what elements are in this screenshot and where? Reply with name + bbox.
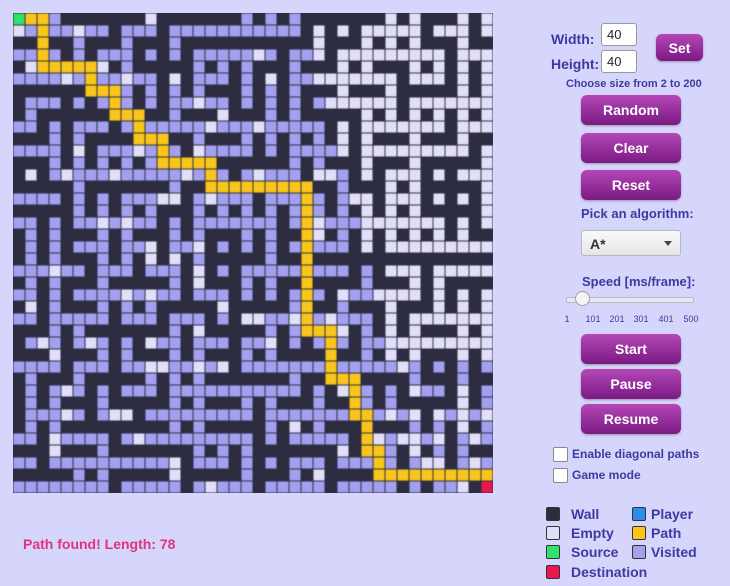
speed-tick: 401: [658, 314, 674, 324]
legend-source: Source: [571, 544, 619, 560]
legend-visited: Visited: [651, 544, 697, 560]
legend-wall: Wall: [571, 506, 600, 522]
speed-label: Speed [ms/frame]:: [582, 274, 696, 289]
pause-button[interactable]: Pause: [581, 369, 681, 399]
random-button[interactable]: Random: [581, 95, 681, 125]
visited-swatch: [632, 545, 646, 559]
legend-destination: Destination: [571, 564, 648, 580]
speed-tick: 500: [683, 314, 699, 324]
speed-tick: 201: [609, 314, 625, 324]
destination-swatch: [546, 565, 560, 579]
start-button[interactable]: Start: [581, 334, 681, 364]
diagonal-checkbox[interactable]: [553, 447, 568, 462]
chevron-down-icon: [664, 241, 672, 246]
width-label: Width:: [551, 31, 595, 47]
speed-tick: 301: [633, 314, 649, 324]
control-panel: Width: Height: Set Choose size from 2 to…: [540, 0, 730, 586]
player-swatch: [632, 507, 646, 521]
speed-tick: 101: [585, 314, 601, 324]
resume-button[interactable]: Resume: [581, 404, 681, 434]
size-hint: Choose size from 2 to 200: [566, 78, 702, 90]
height-label: Height:: [551, 56, 600, 72]
path-swatch: [632, 526, 646, 540]
legend-empty: Empty: [571, 525, 614, 541]
reset-button[interactable]: Reset: [581, 170, 681, 200]
height-input[interactable]: [601, 50, 637, 73]
clear-button[interactable]: Clear: [581, 133, 681, 163]
algorithm-selected: A*: [590, 236, 606, 252]
algorithm-select[interactable]: A*: [581, 230, 681, 256]
set-size-button[interactable]: Set: [656, 34, 703, 61]
legend-player: Player: [651, 506, 694, 522]
width-input[interactable]: [601, 23, 637, 46]
legend-path: Path: [651, 525, 682, 541]
game-mode-checkbox[interactable]: [553, 468, 568, 483]
source-swatch: [546, 545, 560, 559]
diagonal-label: Enable diagonal paths: [572, 447, 700, 461]
speed-tick: 1: [564, 314, 570, 324]
speed-slider-thumb[interactable]: [575, 291, 590, 306]
maze-grid[interactable]: [13, 13, 493, 493]
algorithm-label: Pick an algorithm:: [581, 206, 694, 221]
game-mode-label: Game mode: [572, 468, 641, 482]
path-status-message: Path found! Length: 78: [23, 536, 176, 552]
empty-swatch: [546, 526, 560, 540]
wall-swatch: [546, 507, 560, 521]
